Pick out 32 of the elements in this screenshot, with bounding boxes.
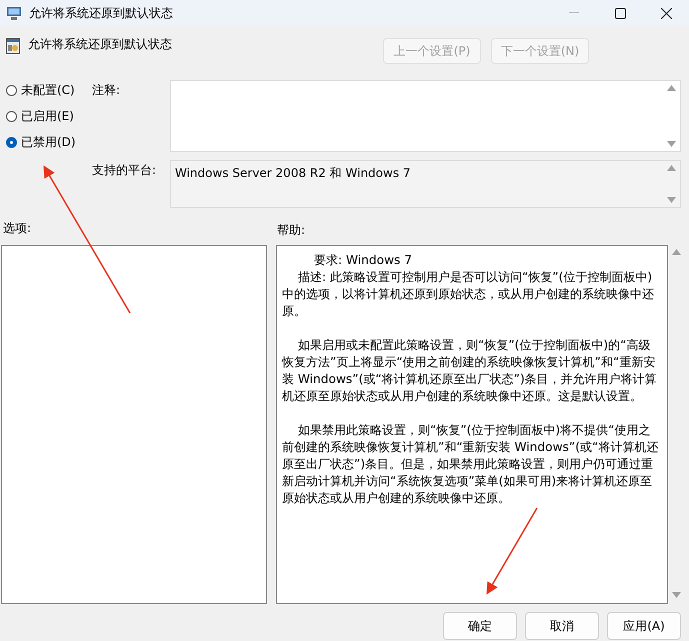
- policy-icon: [6, 38, 20, 54]
- scroll-down-icon[interactable]: [667, 197, 676, 203]
- comment-label: 注释:: [92, 82, 122, 99]
- minimize-icon: [569, 12, 579, 14]
- radio-button[interactable]: [6, 85, 17, 96]
- radio-label[interactable]: 已启用(E): [21, 108, 74, 125]
- platform-label: 支持的平台:: [92, 162, 158, 179]
- dialog-button[interactable]: 确定: [443, 612, 517, 640]
- close-icon: [660, 8, 672, 18]
- radio-label[interactable]: 已禁用(D): [21, 134, 76, 151]
- window-title: 允许将系统还原到默认状态: [29, 4, 174, 22]
- radio-button[interactable]: [6, 111, 17, 122]
- scroll-up-icon[interactable]: [667, 165, 676, 171]
- scroll-up-icon[interactable]: [667, 85, 676, 91]
- help-paragraph: 如果启用或未配置此策略设置，则“恢复”(位于控制面板中)的“高级恢复方法”页上将显示“使用之前创建的系统映像恢复计算机”和“重新安装 Windows”(或“将计算机还原至出厂状态”)条目，并允许用户将计算机还原至原始状态或从用户创建的系统映像中还原。这是默认设置。: [282, 337, 658, 405]
- scroll-down-icon[interactable]: [667, 141, 676, 147]
- radio-button[interactable]: [6, 137, 17, 148]
- help-paragraph: 要求: Windows 7: [313, 252, 414, 269]
- dialog-button[interactable]: 应用(A): [607, 612, 681, 640]
- dialog-button[interactable]: 取消: [525, 612, 599, 640]
- platform-field: Windows Server 2008 R2 和 Windows 7: [170, 160, 681, 208]
- help-label: 帮助:: [277, 222, 306, 239]
- radio-label[interactable]: 未配置(C): [21, 82, 75, 99]
- computer-icon: [6, 5, 22, 21]
- options-label: 选项:: [3, 220, 32, 235]
- help-paragraph: 如果禁用此策略设置，则“恢复”(位于控制面板中)将不提供“使用之前创建的系统映像恢复计算机”和“重新安装 Windows”(或“将计算机还原至出厂状态”)条目。但是，如果禁用此策略设置，则用户仍可通过重新启动计算机并访问“系统恢复选项”菜单(如果可用)来将计算机还原至原始状态或从用户创建的系统映像中还原。: [282, 422, 660, 507]
- comment-field[interactable]: [170, 80, 681, 152]
- scroll-up-icon[interactable]: [672, 249, 681, 255]
- help-paragraph: 描述: 此策略设置可控制用户是否可以访问“恢复”(位于控制面板中)中的选项，以将计算机还原到原始状态，或从用户创建的系统映像中还原。: [282, 269, 655, 320]
- policy-title: 允许将系统还原到默认状态: [28, 36, 173, 53]
- maximize-icon: [614, 8, 626, 18]
- scroll-down-icon[interactable]: [672, 592, 681, 598]
